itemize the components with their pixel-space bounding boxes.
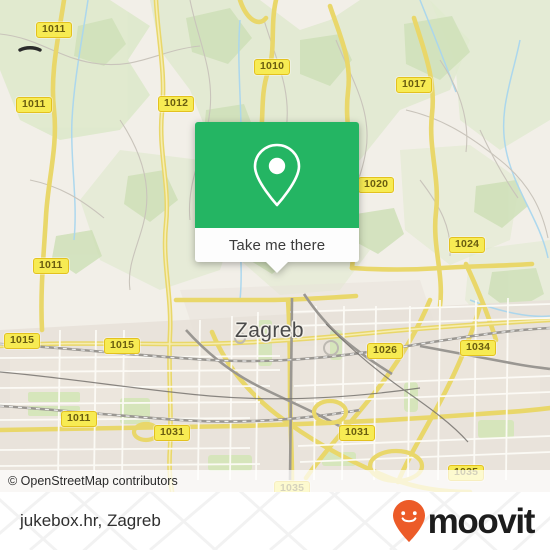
road-shield: 1031	[339, 425, 376, 441]
road-shield: 1026	[367, 343, 404, 359]
footer-place-label: jukebox.hr, Zagreb	[20, 511, 161, 530]
road-shield: 1011	[16, 97, 52, 113]
road-shield: 1011	[33, 258, 69, 274]
osm-attribution: © OpenStreetMap contributors	[0, 470, 550, 492]
road-shield: 1015	[4, 333, 41, 349]
road-shield: 1012	[158, 96, 195, 112]
moovit-logo[interactable]: moovit	[392, 492, 536, 550]
moovit-pin-smiley-icon	[392, 500, 425, 542]
destination-callout-card[interactable]: Take me there	[195, 122, 359, 273]
take-me-there-label: Take me there	[228, 236, 326, 254]
road-shield: 1031	[154, 425, 191, 441]
road-shield: 1020	[358, 177, 395, 193]
road-shield: 1034	[460, 340, 497, 356]
callout-action-bar[interactable]: Take me there	[195, 228, 359, 273]
footer-bar: jukebox.hr, Zagreb moovit	[0, 492, 550, 550]
road-shield: 1015	[104, 338, 141, 354]
road-shield: 1010	[254, 59, 291, 75]
screenshot-root: Zagreb 1011 1010 1017 1011 1012 1020 1024 1011 1…	[0, 0, 550, 550]
moovit-wordmark: moovit	[427, 501, 536, 541]
road-shield: 1011	[61, 411, 97, 427]
map-city-label: Zagreb	[235, 319, 304, 342]
road-shield: 1024	[449, 237, 486, 253]
road-shield: 1017	[396, 77, 433, 93]
callout-card-image	[195, 122, 359, 228]
callout-pointer-tail	[266, 262, 288, 273]
map-pin-icon	[253, 143, 301, 207]
road-shield: 1011	[36, 22, 72, 38]
map-canvas[interactable]: Zagreb 1011 1010 1017 1011 1012 1020 1024 1011 1…	[0, 0, 550, 492]
